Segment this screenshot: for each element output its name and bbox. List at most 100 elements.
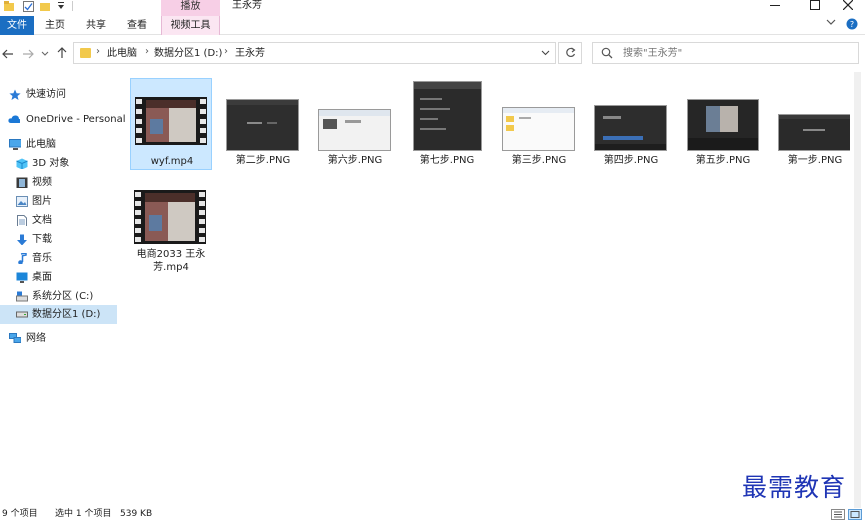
file-item-image[interactable]: 第一步.PNG (774, 78, 856, 170)
watermark: 最需教育 (742, 473, 847, 502)
sidebar-item-label: 桌面 (32, 272, 52, 283)
cloud-icon (8, 115, 20, 123)
sidebar-item-label: OneDrive - Personal (26, 114, 126, 125)
desktop-icon (16, 272, 28, 283)
sidebar-item-3d-objects[interactable]: 3D 对象 (0, 154, 117, 173)
close-button[interactable] (825, 0, 865, 12)
chevron-right-icon: › (96, 46, 100, 57)
video-folder-icon (16, 177, 28, 188)
help-icon[interactable]: ? (846, 18, 858, 30)
file-item-image[interactable]: 第七步.PNG (406, 78, 488, 170)
sidebar-item-pictures[interactable]: 图片 (0, 192, 117, 211)
search-icon (601, 47, 613, 59)
file-item-image[interactable]: 第五步.PNG (682, 78, 764, 170)
chevron-right-icon: › (224, 46, 228, 57)
minimize-icon (770, 5, 780, 6)
address-dropdown-icon[interactable] (541, 50, 550, 56)
details-view-button[interactable] (831, 509, 845, 520)
sidebar-item-label: 文档 (32, 215, 52, 226)
computer-icon (9, 139, 21, 150)
large-icons-view-icon (850, 511, 860, 518)
image-thumbnail (594, 105, 667, 151)
breadcrumb-data-drive[interactable]: 数据分区1 (D:) (154, 47, 222, 60)
chevron-down-icon[interactable] (826, 18, 836, 26)
sidebar-item-videos[interactable]: 视频 (0, 173, 117, 192)
file-list: wyf.mp4 第二步.PNG 第六步.PNG 第七步.PNG 第三步.PNG … (122, 70, 851, 508)
file-name: 第一步.PNG (787, 155, 843, 166)
sidebar-item-data-drive[interactable]: 数据分区1 (D:) (0, 305, 117, 324)
image-thumbnail (778, 114, 851, 151)
sidebar-item-this-pc[interactable]: 此电脑 (0, 135, 117, 154)
sidebar-item-documents[interactable]: 文档 (0, 211, 117, 230)
file-item-image[interactable]: 第四步.PNG (590, 78, 672, 170)
quick-access-dropdown-icon[interactable] (57, 1, 65, 12)
item-count: 9 个项目 (2, 509, 38, 519)
sidebar-item-label: 视频 (32, 177, 52, 188)
details-view-icon (834, 511, 842, 518)
file-item-image[interactable]: 第六步.PNG (314, 78, 396, 170)
file-name: wyf.mp4 (150, 156, 194, 167)
system-drive-icon (16, 291, 28, 302)
scrollbar-track[interactable] (854, 72, 861, 508)
sidebar-item-label: 网络 (26, 333, 46, 344)
sidebar-item-desktop[interactable]: 桌面 (0, 268, 117, 287)
image-thumbnail (226, 99, 299, 151)
search-input[interactable] (623, 45, 848, 61)
back-arrow-icon[interactable] (2, 49, 14, 59)
recent-locations-icon[interactable] (41, 51, 49, 57)
image-thumbnail (318, 109, 391, 151)
documents-folder-icon (17, 215, 27, 226)
navigation-pane: 快速访问 OneDrive - Personal 此电脑 3D 对象 视频 图片… (0, 70, 126, 508)
drive-icon (16, 311, 28, 318)
sidebar-item-quick-access[interactable]: 快速访问 (0, 85, 117, 104)
tab-view[interactable]: 查看 (120, 16, 154, 35)
file-name: 电商2033 王永芳.mp4 (136, 249, 206, 273)
search-box[interactable] (592, 42, 859, 64)
video-thumbnail (134, 190, 206, 244)
sidebar-item-label: 下载 (32, 234, 52, 245)
sidebar-item-label: 此电脑 (26, 139, 56, 150)
tab-video-tools[interactable]: 视频工具 (161, 16, 220, 35)
folder-icon (80, 48, 91, 58)
tab-home[interactable]: 主页 (38, 16, 72, 35)
file-item-video[interactable]: wyf.mp4 (130, 78, 212, 170)
svg-text:?: ? (850, 20, 854, 29)
folder-icon (4, 1, 14, 11)
sidebar-item-system-drive[interactable]: 系统分区 (C:) (0, 287, 117, 306)
sidebar-item-label: 音乐 (32, 253, 52, 264)
sidebar-item-label: 快速访问 (26, 89, 66, 100)
sidebar-item-network[interactable]: 网络 (0, 329, 117, 348)
file-name: 第四步.PNG (603, 155, 659, 166)
tab-file[interactable]: 文件 (0, 16, 34, 35)
refresh-button[interactable] (558, 42, 582, 64)
breadcrumb-current-folder[interactable]: 王永芳 (235, 47, 265, 60)
new-folder-icon[interactable] (40, 1, 50, 12)
sidebar-item-downloads[interactable]: 下载 (0, 230, 117, 249)
file-name: 第五步.PNG (695, 155, 751, 166)
refresh-icon (565, 47, 576, 58)
properties-icon[interactable] (23, 1, 34, 12)
sidebar-item-label: 系统分区 (C:) (32, 291, 94, 302)
file-name: 第三步.PNG (511, 155, 567, 166)
file-name: 第二步.PNG (235, 155, 291, 166)
music-icon (18, 253, 27, 264)
file-item-image[interactable]: 第三步.PNG (498, 78, 580, 170)
sidebar-item-music[interactable]: 音乐 (0, 249, 117, 268)
selection-size: 539 KB (120, 509, 153, 519)
file-item-image[interactable]: 第二步.PNG (222, 78, 304, 170)
forward-arrow-icon[interactable] (22, 49, 34, 59)
divider (72, 1, 73, 11)
sidebar-item-onedrive[interactable]: OneDrive - Personal (0, 110, 126, 129)
breadcrumb-this-pc[interactable]: 此电脑 (107, 47, 137, 60)
contextual-tab-group-play: 播放 (161, 0, 220, 16)
status-bar: 9 个项目 选中 1 个项目 539 KB (0, 508, 865, 520)
image-thumbnail (413, 81, 482, 151)
file-item-video[interactable]: 电商2033 王永芳.mp4 (130, 178, 212, 278)
chevron-right-icon: › (145, 46, 149, 57)
address-bar[interactable]: › 此电脑 › 数据分区1 (D:) › 王永芳 (73, 42, 556, 64)
vertical-scrollbar[interactable] (850, 70, 865, 508)
up-arrow-icon[interactable] (57, 47, 67, 59)
title-bar: 播放 王永芳 (0, 0, 865, 16)
large-icons-view-button[interactable] (848, 509, 862, 520)
tab-share[interactable]: 共享 (79, 16, 113, 35)
